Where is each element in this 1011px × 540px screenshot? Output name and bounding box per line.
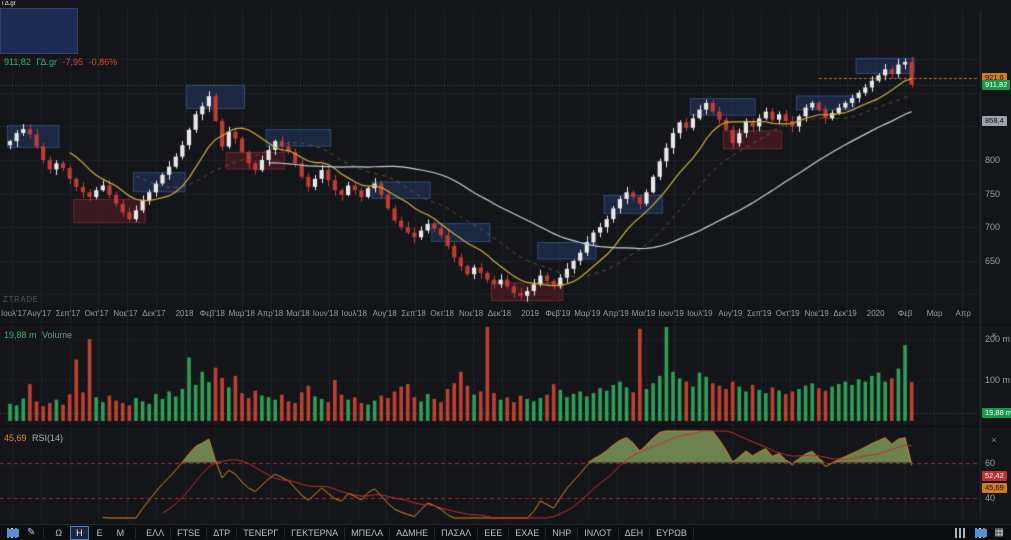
legend-rsi-value: 45,69 [4, 433, 27, 443]
x-axis-month-label: Φεβ'19 [545, 309, 571, 318]
legend-symbol: ΓΔ.gr [36, 57, 58, 67]
ma-slow-badge: 858,4 [982, 115, 1007, 126]
watchlist-tab-ΓΕΚΤΕΡΝΑ[interactable]: ΓΕΚΤΕΡΝΑ [285, 526, 346, 539]
last-volume-badge: 19,88 m [982, 407, 1011, 418]
watchlist-tab-ΜΠΕΛΑ[interactable]: ΜΠΕΛΑ [345, 526, 391, 539]
x-axis-month-label: Μαρ'19 [574, 309, 601, 318]
x-axis-month-label: Αυγ'19 [718, 309, 743, 318]
rsi-axis-tick: 40 [985, 492, 996, 503]
rsi-ma-badge: 52,42 [982, 470, 1007, 481]
x-axis-month-label: Αυγ'17 [27, 309, 52, 318]
legend-change-pct: -0,86% [88, 57, 118, 67]
watchlist-tab-ΠΑΣΑΛ[interactable]: ΠΑΣΑΛ [435, 526, 479, 539]
volume-axis-tick: 200 m [985, 334, 1011, 344]
rsi-value-badge: 45,69 [982, 482, 1007, 493]
x-axis-month-label: Οκτ'19 [775, 309, 800, 318]
legend-change: -7,95 [62, 57, 84, 67]
symbol-search-popup[interactable] [0, 8, 78, 54]
x-axis-month-label: Σεπ'19 [747, 309, 772, 318]
watchlist-tab-ΤΕΝΕΡΓ[interactable]: ΤΕΝΕΡΓ [237, 526, 286, 539]
last-price-badge: 911,82 [982, 79, 1011, 90]
x-axis-month-label: Μαι'18 [286, 309, 310, 318]
timeframe-tab-Ε[interactable]: Ε [91, 526, 109, 540]
watchlist-tab-ΔΤΡ[interactable]: ΔΤΡ [207, 526, 238, 539]
x-axis-month-label: 2018 [175, 309, 194, 318]
rsi-legend: 45,69 RSI(14) [4, 433, 66, 443]
x-axis-month-label: Απρ'18 [257, 309, 284, 318]
x-axis-month-label: Φεβ [897, 309, 913, 318]
rsi-axis-tick: 60 [985, 457, 996, 468]
symbol-entry-text[interactable]: ΓΔ.gr [2, 1, 16, 7]
bottom-toolbar: ✎ Ω Η Ε Μ ΕΛΛ FTSE ΔΤΡ ΤΕΝΕΡΓ ΓΕΚΤΕΡΝΑ ΜΠΕΛΑ ΑΔΜΗΕ Π… [0, 524, 1011, 540]
watchlist-tab-ΔΕΗ[interactable]: ΔΕΗ [619, 526, 651, 539]
x-axis-month-label: 2020 [866, 309, 885, 318]
x-axis-month-label: Ιουλ'19 [687, 309, 713, 318]
grid-view-icon[interactable]: ▦ [995, 527, 1004, 538]
toolbar-divider [135, 527, 137, 538]
price-axis-tick: 800 [985, 155, 1001, 165]
x-axis-month-label: Νοε'18 [459, 309, 484, 318]
x-axis-month-label: Μαρ [926, 309, 943, 318]
legend-rsi-label: RSI(14) [32, 433, 64, 443]
x-axis-month-label: Οκτ'17 [84, 309, 109, 318]
x-axis-month-label: Δεκ'17 [142, 309, 166, 318]
legend-volume-value: 19,88 m [4, 330, 37, 340]
legend-volume-label: Volume [42, 330, 73, 340]
draw-pencil-icon[interactable]: ✎ [27, 527, 35, 538]
x-axis-month-label: Σεπ'18 [401, 309, 426, 318]
x-axis-month-label: Δεκ'19 [833, 309, 857, 318]
platform-watermark: ZTRADE [3, 295, 39, 304]
x-axis-month-label: Νοε'17 [113, 309, 138, 318]
timeframe-tab-Ω[interactable]: Ω [49, 526, 68, 540]
chart-mini-icon[interactable] [7, 527, 19, 538]
toolbar-divider [43, 527, 45, 538]
x-axis-month-label: Ιουλ'18 [341, 309, 367, 318]
x-axis-month-label: Ιουν'19 [658, 309, 684, 318]
volume-legend: 19,88 m Volume [4, 330, 75, 340]
x-axis-month-label: Απρ'19 [603, 309, 629, 318]
chart-canvas[interactable] [0, 0, 1011, 540]
trading-app-window: ΓΔ.gr 911,82 ΓΔ.gr -7,95 -0,86% 19,88 m … [0, 0, 1011, 540]
watchlist-tab-ΕΕΕ[interactable]: ΕΕΕ [478, 526, 510, 539]
volume-axis-tick: 100 m [985, 375, 1011, 385]
candles-chart-icon[interactable] [974, 527, 987, 538]
timeframe-tab-Η[interactable]: Η [70, 525, 89, 540]
watchlist-tab-ΑΔΜΗΕ[interactable]: ΑΔΜΗΕ [390, 526, 436, 539]
x-axis-month-label: Ιουλ'17 [1, 309, 27, 318]
x-axis-month-label: Μαι'19 [631, 309, 656, 318]
x-axis-month-label: Οκτ'18 [430, 309, 454, 318]
watchlist-tab-ΕΛΛ[interactable]: ΕΛΛ [140, 526, 172, 539]
bar-chart-icon[interactable] [954, 527, 967, 538]
x-axis-month-label: Φεβ'18 [199, 309, 225, 318]
price-axis-tick: 750 [985, 188, 1001, 199]
x-axis-month-label: Νοε'19 [804, 309, 829, 318]
timeframe-tab-Μ[interactable]: Μ [111, 526, 131, 540]
watchlist-tab-ΕΥΡΩΒ[interactable]: ΕΥΡΩΒ [650, 526, 694, 539]
x-axis-month-label: Ιουν'18 [312, 309, 339, 318]
x-axis-month-label: Μαρ'18 [228, 309, 255, 318]
watchlist-tab-FTSE[interactable]: FTSE [171, 526, 208, 539]
price-axis-tick: 650 [985, 255, 1001, 266]
x-axis-month-label: Δεκ'18 [487, 309, 512, 318]
rsi-panel-close-icon[interactable]: × [989, 435, 999, 445]
price-legend: 911,82 ΓΔ.gr -7,95 -0,86% [4, 57, 120, 67]
x-axis-month-label: Σεπ'17 [55, 309, 81, 318]
watchlist-tab-ΕΧΑΕ[interactable]: ΕΧΑΕ [509, 526, 547, 539]
watchlist-tab-ΝΗΡ[interactable]: ΝΗΡ [546, 526, 579, 539]
price-axis-tick: 700 [985, 222, 1001, 233]
x-axis-month-label: Αυγ'18 [372, 309, 397, 318]
watchlist-tab-ΙΝΛΟΤ[interactable]: ΙΝΛΟΤ [578, 526, 619, 539]
x-axis-month-label: 2019 [521, 309, 539, 318]
x-axis-month-label: Απρ [955, 309, 971, 318]
legend-last-price: 911,82 [4, 57, 31, 67]
